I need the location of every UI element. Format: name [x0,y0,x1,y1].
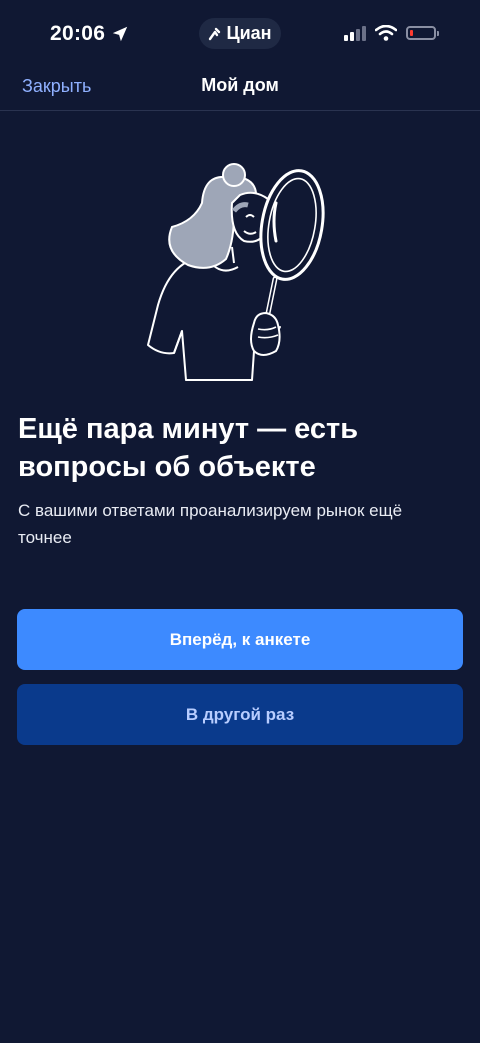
status-time: 20:06 [50,22,129,46]
woman-with-magnifier-illustration [147,163,325,381]
page-title: Мой дом [201,75,279,95]
later-button[interactable]: В другой раз [17,684,463,745]
status-time-text: 20:06 [50,22,106,45]
status-icons [344,25,439,41]
cellular-signal-icon [344,26,366,41]
battery-level [410,30,413,36]
headline: Ещё пара минут — есть вопросы об объекте [18,413,359,483]
location-arrow-icon [113,26,128,42]
cian-logo-icon [209,27,221,40]
subtitle: С вашими ответами проанализируем рынок е… [18,501,403,547]
navigation-bar: Закрыть Мой дом [0,60,480,111]
battery-icon [406,26,439,40]
wifi-icon [375,25,397,41]
app-return-pill[interactable]: Циан [199,18,281,49]
app-pill-label: Циан [226,23,272,43]
go-to-survey-button[interactable]: Вперёд, к анкете [17,609,463,670]
